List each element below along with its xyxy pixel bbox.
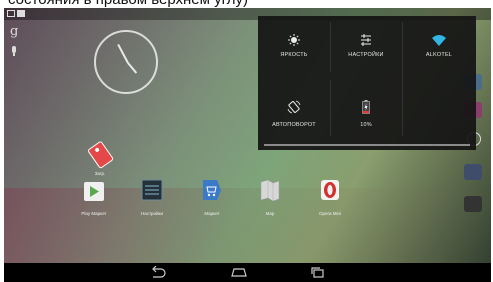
app-play-market[interactable]: Play Маркет xyxy=(74,178,114,216)
app-row: Play Маркет Настройки Маркет Map Opera M… xyxy=(74,178,374,238)
app-shortcut-tag[interactable]: Загр. xyxy=(86,138,114,178)
auto-rotate-icon xyxy=(287,100,301,114)
video-icon[interactable] xyxy=(464,196,482,212)
battery-label: 10% xyxy=(360,122,372,128)
google-search-bar[interactable]: g xyxy=(4,20,26,60)
brightness-label: ЯРКОСТЬ xyxy=(280,52,308,58)
brightness-tile[interactable]: ЯРКОСТЬ xyxy=(258,16,330,76)
shopping-cart-icon xyxy=(203,180,221,200)
app-label: Opera Mini xyxy=(318,211,341,216)
navigation-bar xyxy=(4,263,491,282)
recent-apps-icon[interactable] xyxy=(310,266,326,278)
panel-handle[interactable] xyxy=(264,144,470,146)
wifi-icon xyxy=(432,35,446,46)
analog-clock-widget[interactable] xyxy=(94,30,158,94)
google-icon[interactable]: g xyxy=(10,24,18,39)
auto-rotate-label: АВТОПОВОРОТ xyxy=(272,122,316,128)
app-map[interactable]: Map xyxy=(250,178,290,216)
settings-tile[interactable]: НАСТРОЙКИ xyxy=(330,16,402,76)
battery-icon xyxy=(362,100,370,114)
caption: состояния в правом верхнем углу) xyxy=(0,0,493,8)
tag-icon xyxy=(87,141,114,169)
home-icon[interactable] xyxy=(230,266,248,278)
settings-sliders-icon xyxy=(361,34,371,46)
settings-sliders-icon xyxy=(141,179,163,201)
app-settings[interactable]: Настройки xyxy=(132,178,172,216)
tag-app-label: Загр. xyxy=(94,171,106,176)
app-market[interactable]: Маркет xyxy=(192,178,232,216)
gallery-notification-icon xyxy=(7,10,15,17)
app-opera-mini[interactable]: Opera Mini xyxy=(310,178,350,216)
play-market-icon xyxy=(84,182,104,201)
wifi-tile[interactable]: ALKOTEL xyxy=(402,16,476,76)
app-label: Play Маркет xyxy=(81,211,107,216)
quick-settings-panel: ЯРКОСТЬ НАСТРОЙКИ ALKOTEL АВТОПОВОРОТ 10… xyxy=(258,16,476,150)
map-icon xyxy=(260,179,280,202)
microphone-icon[interactable] xyxy=(12,46,16,56)
opera-icon xyxy=(321,180,339,200)
back-icon[interactable] xyxy=(150,266,166,278)
app-label: Настройки xyxy=(140,211,164,216)
image-notification-icon xyxy=(17,10,25,17)
settings-label: НАСТРОЙКИ xyxy=(348,52,384,58)
caption-text: состояния в правом верхнем углу) xyxy=(8,0,248,8)
clock-hour-hand xyxy=(127,62,138,74)
battery-tile[interactable]: 10% xyxy=(330,76,402,140)
tablet-screen: g Загр. Play Маркет Настройки Маркет Map xyxy=(4,8,491,282)
brightness-icon xyxy=(288,34,300,46)
app-label: Маркет xyxy=(204,211,220,216)
auto-rotate-tile[interactable]: АВТОПОВОРОТ xyxy=(258,76,330,140)
app-label: Map xyxy=(265,211,275,216)
clock-minute-hand xyxy=(117,43,129,64)
camera-icon[interactable] xyxy=(464,164,482,180)
wifi-network-label: ALKOTEL xyxy=(425,52,453,58)
